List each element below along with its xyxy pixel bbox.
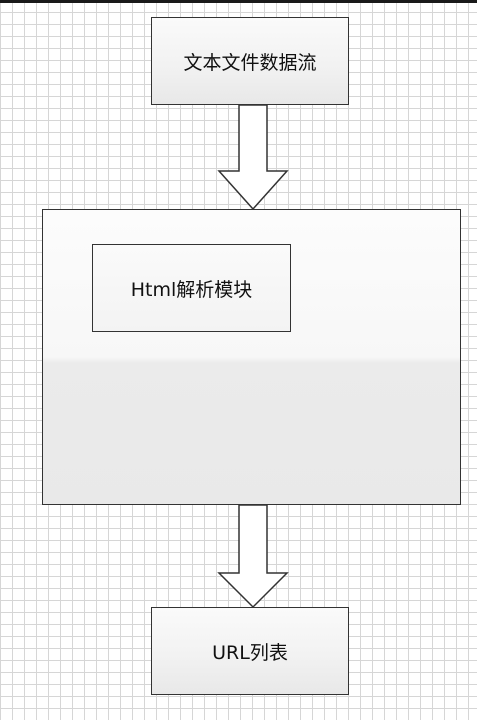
source-node[interactable]: 文本文件数据流 <box>151 17 349 105</box>
source-node-label: 文本文件数据流 <box>183 51 317 74</box>
output-node-label: URL列表 <box>212 641 288 664</box>
module-node[interactable]: Html解析模块 <box>92 244 291 332</box>
arrow-container-to-output <box>217 505 289 609</box>
output-node[interactable]: URL列表 <box>151 607 349 695</box>
arrow-source-to-container <box>217 105 289 211</box>
parser-container[interactable]: Html解析模块 <box>42 209 461 505</box>
top-border-strip <box>0 0 477 3</box>
module-node-label: Html解析模块 <box>130 278 253 301</box>
